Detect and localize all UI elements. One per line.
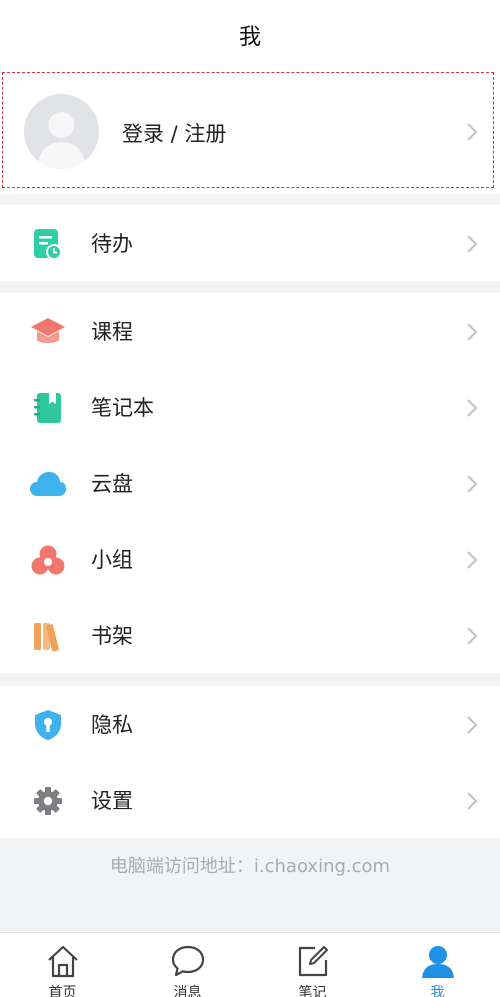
menu-item-cloud[interactable]: 云盘: [0, 445, 500, 521]
main-section: 课程 笔记本 云盘 小组 书架: [0, 293, 500, 673]
bookshelf-icon: [29, 617, 67, 655]
message-icon: [171, 945, 204, 977]
chevron-right-icon: [467, 551, 478, 569]
note-icon: [298, 946, 328, 977]
cloud-icon: [29, 465, 67, 503]
chevron-right-icon: [467, 716, 478, 734]
menu-item-label: 书架: [91, 624, 133, 648]
avatar-placeholder-icon: [37, 112, 86, 169]
tab-label: 我: [430, 985, 445, 997]
tab-label: 笔记: [298, 985, 327, 997]
login-card[interactable]: 登录 / 注册: [0, 70, 500, 194]
login-register-link[interactable]: 登录 / 注册: [122, 118, 226, 148]
menu-item-course[interactable]: 课程: [0, 293, 500, 369]
page-title: 我: [238, 25, 261, 50]
group-icon: [29, 541, 67, 579]
top-header: 我: [0, 0, 500, 70]
chevron-right-icon: [467, 475, 478, 493]
todo-icon: [29, 225, 67, 263]
menu-item-group[interactable]: 小组: [0, 521, 500, 597]
tab-messages[interactable]: 消息: [125, 933, 250, 997]
notebook-icon: [29, 389, 67, 427]
menu-item-label: 隐私: [91, 713, 133, 737]
menu-item-label: 云盘: [91, 472, 133, 496]
chevron-right-icon: [467, 123, 478, 141]
todo-section: 待办: [0, 205, 500, 281]
menu-item-bookshelf[interactable]: 书架: [0, 597, 500, 673]
chevron-right-icon: [467, 792, 478, 810]
tab-notes[interactable]: 笔记: [250, 933, 375, 997]
avatar[interactable]: [24, 94, 99, 169]
bottom-tab-bar: 首页 消息 笔记 我: [0, 932, 500, 997]
tab-label: 消息: [173, 985, 202, 997]
tab-label: 首页: [48, 985, 77, 997]
course-icon: [29, 313, 67, 351]
tab-home[interactable]: 首页: [0, 933, 125, 997]
me-page: 我 登录 / 注册 待办 课程 笔记本 云盘 小组 书架 隐私 设置 电脑端访问…: [0, 0, 500, 997]
menu-item-label: 待办: [91, 232, 133, 256]
menu-item-label: 小组: [91, 548, 133, 572]
menu-item-privacy[interactable]: 隐私: [0, 686, 500, 762]
settings-section: 隐私 设置: [0, 686, 500, 838]
settings-icon: [29, 782, 67, 820]
chevron-right-icon: [467, 399, 478, 417]
menu-item-settings[interactable]: 设置: [0, 762, 500, 838]
privacy-icon: [29, 706, 67, 744]
home-icon: [47, 945, 78, 978]
me-icon: [421, 946, 454, 978]
menu-item-todo[interactable]: 待办: [0, 205, 500, 281]
tab-me[interactable]: 我: [375, 933, 500, 997]
menu-item-label: 笔记本: [91, 396, 154, 420]
chevron-right-icon: [467, 323, 478, 341]
chevron-right-icon: [467, 235, 478, 253]
menu-item-label: 设置: [91, 789, 133, 813]
chevron-right-icon: [467, 627, 478, 645]
web-access-address: 电脑端访问地址：i.chaoxing.com: [109, 856, 391, 877]
menu-item-notebook[interactable]: 笔记本: [0, 369, 500, 445]
menu-item-label: 课程: [91, 320, 133, 344]
